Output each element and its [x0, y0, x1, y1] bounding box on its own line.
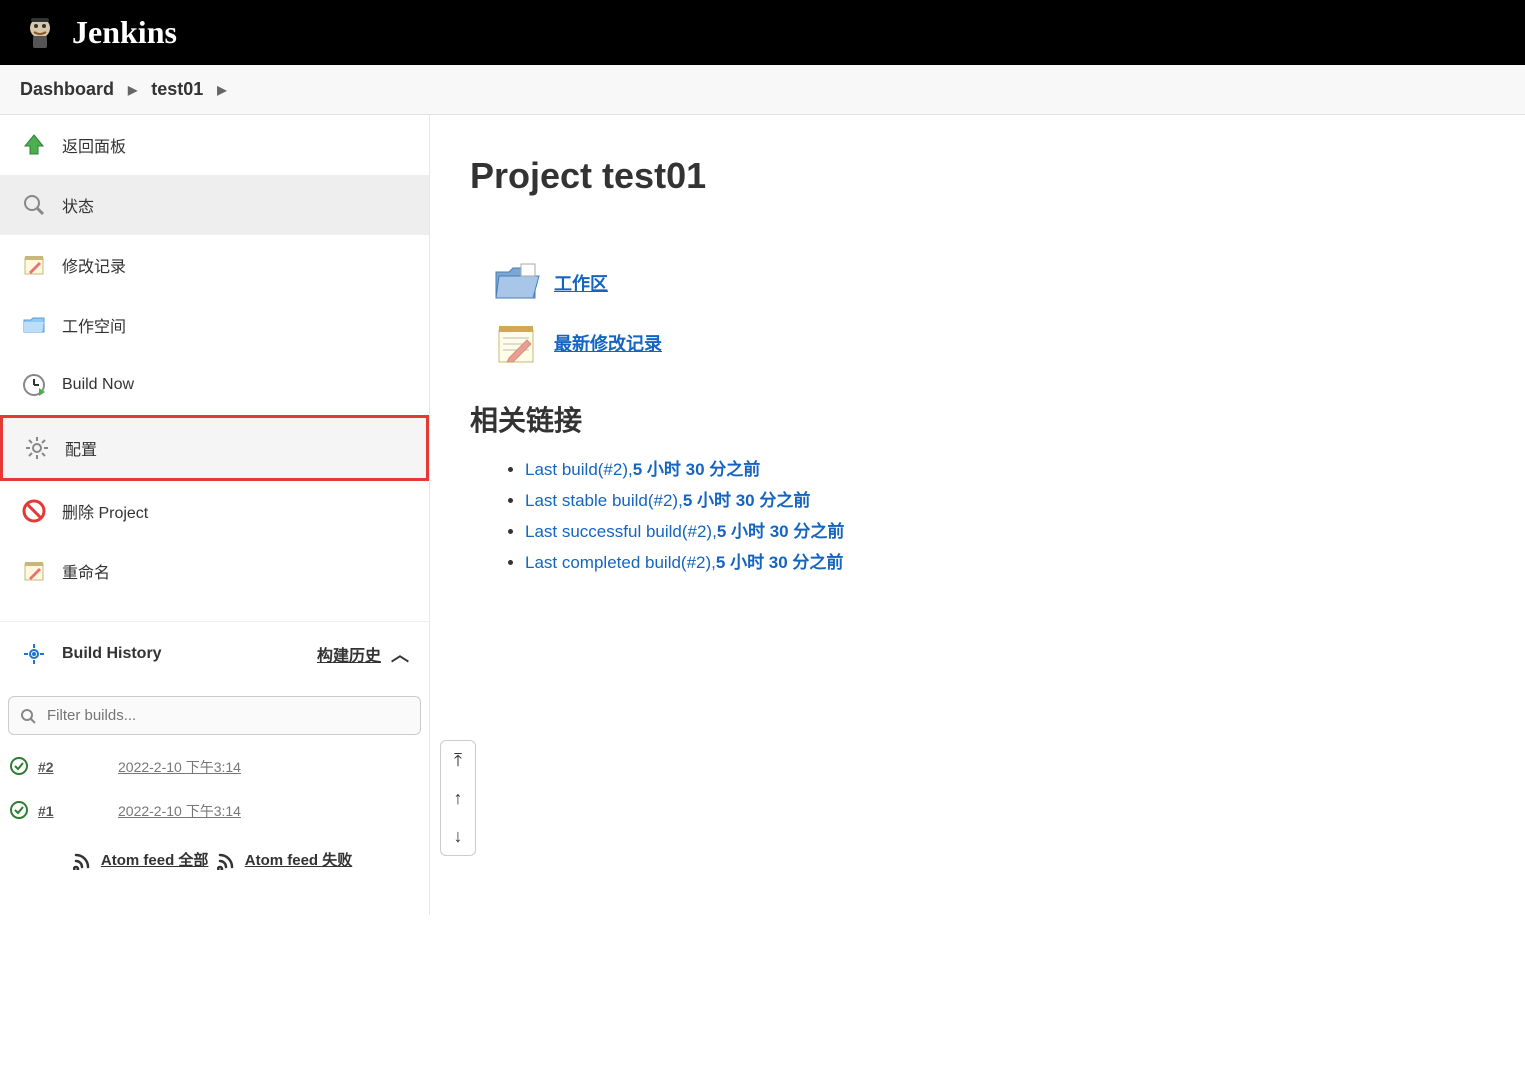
related-link-item: Last build(#2),5 小时 30 分之前 [525, 455, 1485, 480]
breadcrumb-item-project[interactable]: test01 [151, 79, 203, 100]
sidebar-item-back-to-dashboard[interactable]: 返回面板 [0, 115, 429, 175]
sidebar-item-label: 返回面板 [62, 133, 126, 157]
related-link-item: Last successful build(#2),5 小时 30 分之前 [525, 517, 1485, 542]
build-date-link[interactable]: 2022-2-10 下午3:14 [118, 757, 241, 777]
success-icon [10, 757, 30, 777]
no-entry-icon [20, 497, 48, 525]
filter-builds-container [8, 696, 421, 735]
last-completed-build-link[interactable]: Last completed build(#2),5 小时 30 分之前 [525, 553, 843, 572]
sidebar-item-rename[interactable]: 重命名 [0, 541, 429, 601]
related-link-item: Last stable build(#2),5 小时 30 分之前 [525, 486, 1485, 511]
sidebar-item-build-now[interactable]: Build Now [0, 355, 429, 415]
scroll-down-button[interactable]: ↓ [441, 817, 475, 855]
sidebar-item-configure[interactable]: 配置 [0, 415, 429, 481]
breadcrumb: Dashboard ▶ test01 ▶ [0, 65, 1525, 115]
rss-icon [217, 852, 235, 870]
sidebar-item-label: 删除 Project [62, 499, 148, 523]
filter-builds-input[interactable] [8, 696, 421, 735]
chevron-right-icon: ▶ [128, 83, 137, 97]
folder-icon [20, 311, 48, 339]
chevron-up-icon[interactable]: ︿ [391, 641, 409, 667]
build-number-link[interactable]: #1 [38, 803, 68, 819]
build-history-subtitle[interactable]: 构建历史 [317, 642, 381, 666]
workspace-link[interactable]: 工作区 [554, 270, 608, 296]
workspace-link-row: 工作区 [490, 257, 1485, 309]
last-successful-build-link[interactable]: Last successful build(#2),5 小时 30 分之前 [525, 522, 844, 541]
arrow-up-icon [20, 131, 48, 159]
changes-link-row: 最新修改记录 [490, 317, 1485, 369]
sidebar-item-label: 重命名 [62, 559, 110, 583]
notepad-pencil-icon [490, 317, 542, 369]
scroll-widget: ⤒ ↑ ↓ [440, 740, 476, 856]
build-row[interactable]: #2 2022-2-10 下午3:14 [0, 745, 429, 789]
last-build-link[interactable]: Last build(#2),5 小时 30 分之前 [525, 460, 760, 479]
scroll-up-button[interactable]: ↑ [441, 779, 475, 817]
sidebar-item-label: 修改记录 [62, 253, 126, 277]
atom-feed-all-link[interactable]: Atom feed 全部 [101, 852, 209, 869]
clock-play-icon [20, 371, 48, 399]
sidebar-item-delete-project[interactable]: 删除 Project [0, 481, 429, 541]
chevron-right-icon: ▶ [217, 83, 226, 97]
scroll-top-button[interactable]: ⤒ [441, 741, 475, 779]
trend-icon [20, 640, 48, 668]
build-number-link[interactable]: #2 [38, 759, 68, 775]
sidebar-item-label: 配置 [65, 436, 97, 460]
atom-feed-row: Atom feed 全部 Atom feed 失败 [0, 833, 429, 886]
build-history-header[interactable]: Build History 构建历史 ︿ [0, 621, 429, 686]
build-history-title: Build History [62, 645, 317, 663]
related-link-item: Last completed build(#2),5 小时 30 分之前 [525, 548, 1485, 573]
sidebar-item-status[interactable]: 状态 [0, 175, 429, 235]
folder-open-icon [490, 257, 542, 309]
page-title: Project test01 [470, 155, 1485, 197]
notepad-icon [20, 251, 48, 279]
search-icon [20, 708, 36, 724]
success-icon [10, 801, 30, 821]
sidebar-item-label: Build Now [62, 376, 134, 394]
atom-feed-fail-link[interactable]: Atom feed 失败 [245, 852, 353, 869]
header-bar: Jenkins [0, 0, 1525, 65]
build-row[interactable]: #1 2022-2-10 下午3:14 [0, 789, 429, 833]
notepad-icon [20, 557, 48, 585]
last-stable-build-link[interactable]: Last stable build(#2),5 小时 30 分之前 [525, 491, 810, 510]
main-content: Project test01 工作区 最新修改记录 相关链接 Last buil… [430, 115, 1525, 915]
sidebar: 返回面板 状态 修改记录 工作空间 Build Now [0, 115, 430, 915]
build-date-link[interactable]: 2022-2-10 下午3:14 [118, 801, 241, 821]
header-title[interactable]: Jenkins [72, 14, 177, 51]
breadcrumb-item-dashboard[interactable]: Dashboard [20, 79, 114, 100]
related-links-heading: 相关链接 [470, 399, 1485, 439]
related-links-list: Last build(#2),5 小时 30 分之前 Last stable b… [470, 455, 1485, 573]
rss-icon [73, 852, 91, 870]
gear-icon [23, 434, 51, 462]
sidebar-item-changes[interactable]: 修改记录 [0, 235, 429, 295]
jenkins-logo-icon[interactable] [20, 13, 60, 53]
sidebar-item-label: 工作空间 [62, 313, 126, 337]
sidebar-item-label: 状态 [62, 193, 94, 217]
changes-link[interactable]: 最新修改记录 [554, 330, 662, 356]
sidebar-item-workspace[interactable]: 工作空间 [0, 295, 429, 355]
magnifier-icon [20, 191, 48, 219]
